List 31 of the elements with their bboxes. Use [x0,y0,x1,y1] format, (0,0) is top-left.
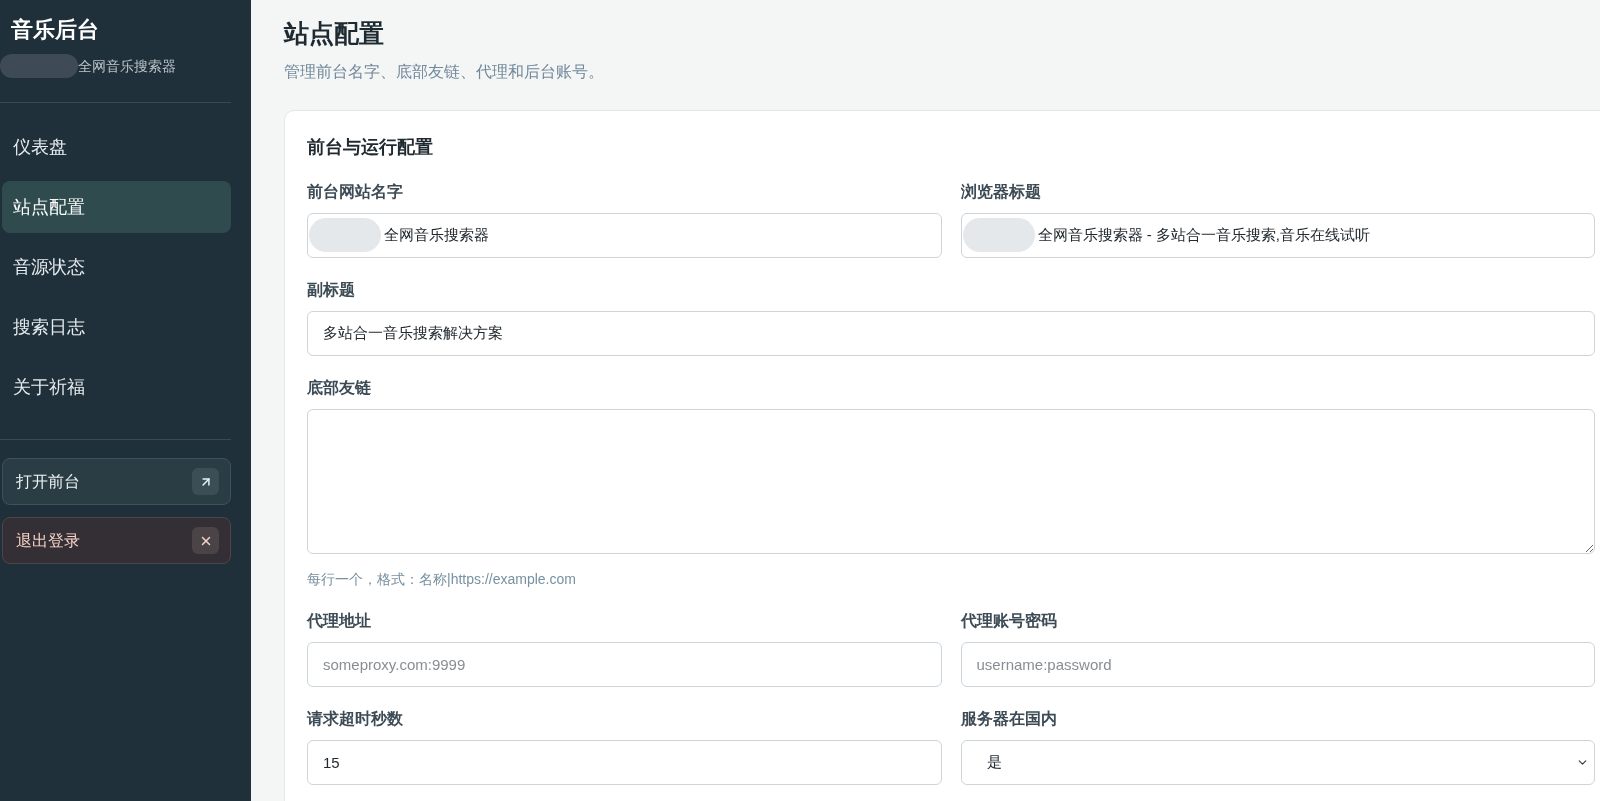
nav-item[interactable]: 站点配置 [2,181,231,233]
card-title: 前台与运行配置 [307,136,434,159]
text-input[interactable]: 多站合一音乐搜索解决方案 [307,311,1595,356]
field-label: 请求超时秒数 [307,709,404,729]
text-input[interactable]: 15 [307,740,942,785]
close-icon [192,527,219,554]
text-input[interactable]: 全网音乐搜索器 [307,213,942,258]
field-label: 浏览器标题 [960,182,1042,202]
field-label: 服务器在国内 [960,709,1058,729]
app-title: 音乐后台 [10,16,100,44]
nav-item[interactable]: 音源状态 [2,241,231,293]
logout-button[interactable]: 退出登录 [2,517,231,564]
nav-item[interactable]: 搜索日志 [2,301,231,353]
field-label: 代理地址 [307,611,372,631]
field-label: 底部友链 [307,378,372,398]
textarea-field[interactable] [307,409,1595,554]
text-input[interactable]: username:password [960,642,1595,687]
app-subtitle: 全网音乐搜索器 [78,56,176,76]
arrow-up-right-icon [192,468,219,495]
nav-item[interactable]: 仪表盘 [2,121,231,173]
text-input[interactable]: 全网音乐搜索器 - 多站合一音乐搜索,音乐在线试听 [960,213,1595,258]
open-site-button[interactable]: 打开前台 [2,458,231,505]
field-hint: 每行一个，格式：名称|https://example.com [307,570,577,589]
page-description: 管理前台名字、底部友链、代理和后台账号。 [284,62,605,82]
field-label: 副标题 [307,280,356,300]
select-field[interactable]: 是 [960,740,1595,785]
text-input[interactable]: someproxy.com:9999 [307,642,942,687]
field-label: 前台网站名字 [307,182,404,202]
page-title: 站点配置 [284,18,385,49]
field-label: 代理账号密码 [960,611,1058,631]
nav-item[interactable]: 关于祈福 [2,361,231,413]
